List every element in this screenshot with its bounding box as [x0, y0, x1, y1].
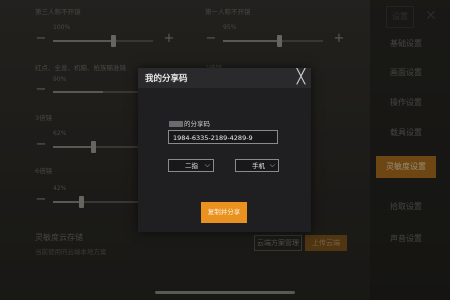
chevron-down-icon: ⌵ — [204, 161, 210, 169]
finger-mode-select[interactable]: 二指 ⌵ — [168, 159, 214, 172]
redacted-name — [169, 121, 183, 127]
device-value: 手机 — [252, 162, 265, 170]
close-icon[interactable]: ╳ — [293, 69, 309, 85]
dialog-title: 我的分享码 — [145, 74, 188, 84]
share-code-dialog: 我的分享码 ╳ 的分享码 1984-6335-2189-4289-9 二指 ⌵ … — [138, 68, 311, 232]
finger-mode-value: 二指 — [185, 162, 198, 170]
device-select[interactable]: 手机 ⌵ — [235, 159, 279, 172]
share-code-label-text: 的分享码 — [184, 120, 210, 128]
chevron-down-icon: ⌵ — [269, 161, 275, 169]
copy-share-button[interactable]: 复制并分享 — [201, 202, 247, 223]
dialog-header: 我的分享码 ╳ — [138, 68, 311, 88]
share-code-field[interactable]: 1984-6335-2189-4289-9 — [168, 130, 278, 144]
share-code-label: 的分享码 — [169, 118, 210, 128]
